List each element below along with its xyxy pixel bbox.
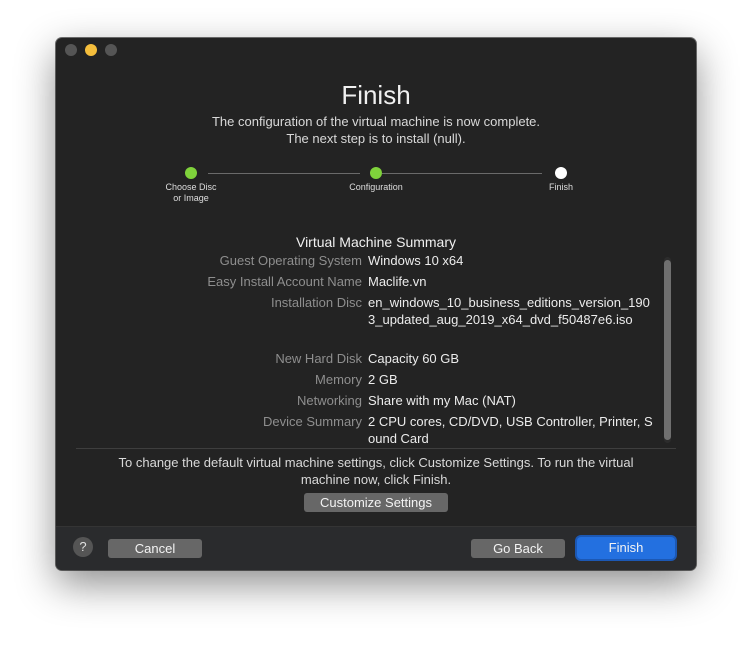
scrollbar-thumb[interactable] bbox=[664, 260, 671, 440]
summary-row: Guest Operating System Windows 10 x64 bbox=[76, 252, 656, 269]
summary-key: Memory bbox=[315, 372, 362, 387]
summary-value: Capacity 60 GB bbox=[368, 351, 460, 366]
summary-value: Maclife.vn bbox=[368, 274, 427, 289]
step-done-indicator bbox=[370, 167, 382, 179]
summary-row: Networking Share with my Mac (NAT) bbox=[76, 392, 656, 409]
summary-key: Networking bbox=[296, 393, 362, 408]
step-label-line: or Image bbox=[173, 193, 209, 203]
step-choose-disc: Choose Disc or Image bbox=[146, 166, 236, 204]
help-button[interactable]: ? bbox=[73, 537, 93, 557]
summary-list: Guest Operating System Windows 10 x64 Ea… bbox=[76, 252, 656, 451]
finish-button[interactable]: Finish bbox=[577, 537, 675, 559]
summary-key: Installation Disc bbox=[270, 295, 362, 310]
summary-value: 2 CPU cores, CD/DVD, USB Controller, Pri… bbox=[368, 414, 653, 446]
summary-value: en_windows_10_business_editions_version_… bbox=[368, 295, 650, 327]
step-label-line: Finish bbox=[548, 182, 573, 192]
step-label-line: Choose Disc bbox=[165, 182, 217, 192]
cancel-button[interactable]: Cancel bbox=[108, 539, 202, 558]
summary-key: Guest Operating System bbox=[219, 253, 362, 268]
summary-key: New Hard Disk bbox=[275, 351, 362, 366]
close-window-button[interactable] bbox=[65, 44, 77, 56]
summary-title: Virtual Machine Summary bbox=[295, 234, 457, 250]
summary-row: New Hard Disk Capacity 60 GB bbox=[76, 350, 656, 367]
footer-bar: ? Cancel Go Back Finish bbox=[56, 526, 696, 570]
vm-assistant-window: Finish The configuration of the virtual … bbox=[56, 38, 696, 570]
subtitle-line-1: The configuration of the virtual machine… bbox=[211, 114, 541, 129]
step-current-indicator bbox=[555, 167, 567, 179]
customize-settings-button[interactable]: Customize Settings bbox=[304, 493, 448, 512]
zoom-window-button[interactable] bbox=[105, 44, 117, 56]
divider bbox=[76, 448, 676, 449]
summary-key: Easy Install Account Name bbox=[207, 274, 362, 289]
instruction-text: To change the default virtual machine se… bbox=[118, 455, 634, 487]
window-controls bbox=[65, 44, 117, 56]
summary-row: Installation Disc en_windows_10_business… bbox=[76, 294, 656, 328]
summary-row: Memory 2 GB bbox=[76, 371, 656, 388]
step-label: Choose Disc or Image bbox=[146, 182, 236, 204]
subtitle-line-2: The next step is to install (null). bbox=[286, 131, 466, 146]
minimize-window-button[interactable] bbox=[85, 44, 97, 56]
summary-value: Windows 10 x64 bbox=[368, 253, 464, 268]
summary-scrollbar[interactable] bbox=[664, 257, 671, 443]
step-label: Finish bbox=[516, 182, 606, 193]
summary-row: Easy Install Account Name Maclife.vn bbox=[76, 273, 656, 290]
go-back-button[interactable]: Go Back bbox=[471, 539, 565, 558]
summary-value: 2 GB bbox=[368, 372, 398, 387]
summary-value: Share with my Mac (NAT) bbox=[368, 393, 516, 408]
summary-key: Device Summary bbox=[263, 414, 362, 429]
page-subtitle: The configuration of the virtual machine… bbox=[56, 113, 696, 147]
step-label: Configuration bbox=[331, 182, 421, 193]
step-label-line: Configuration bbox=[349, 182, 403, 192]
summary-row: Device Summary 2 CPU cores, CD/DVD, USB … bbox=[76, 413, 656, 447]
progress-steps: Choose Disc or Image Configuration Finis… bbox=[56, 166, 696, 206]
step-finish: Finish bbox=[516, 166, 606, 193]
step-configuration: Configuration bbox=[331, 166, 421, 193]
step-done-indicator bbox=[185, 167, 197, 179]
page-title: Finish bbox=[341, 80, 411, 110]
